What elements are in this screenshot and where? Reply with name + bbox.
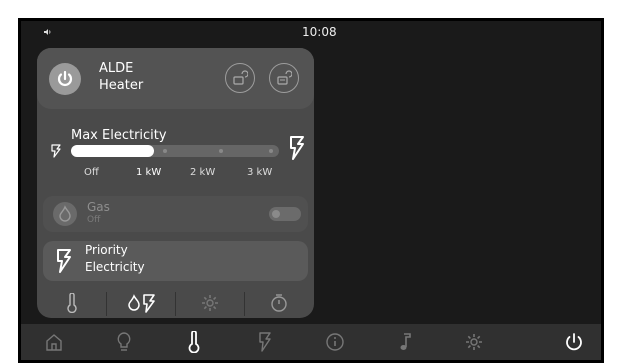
- clock: 10:08: [302, 25, 337, 39]
- screen: 10:08 ALDE Heater Max Electricity Off 1 …: [21, 21, 601, 360]
- nav-info[interactable]: [318, 327, 352, 357]
- electricity-max-icon: [290, 136, 304, 160]
- nav-home[interactable]: [37, 327, 71, 357]
- priority-label: Priority Electricity: [85, 242, 145, 276]
- power-icon: [57, 70, 73, 86]
- heater-title: ALDE Heater: [99, 60, 143, 94]
- heater-panel: ALDE Heater Max Electricity Off 1 kW 2 k…: [37, 48, 314, 318]
- gas-toggle[interactable]: [269, 207, 301, 221]
- info-icon: [326, 333, 344, 351]
- thermometer-icon: [66, 293, 77, 313]
- nav-temperature[interactable]: [177, 327, 211, 357]
- option-3kw[interactable]: 3 kW: [247, 167, 272, 178]
- brand-label: ALDE: [99, 61, 134, 76]
- settings-icon: [201, 295, 218, 311]
- slider-stop: [163, 149, 167, 153]
- option-2kw[interactable]: 2 kW: [190, 167, 215, 178]
- gas-state: Off: [87, 215, 101, 225]
- electricity-icon: [259, 332, 271, 352]
- option-off[interactable]: Off: [84, 167, 99, 178]
- tab-settings[interactable]: [175, 288, 244, 318]
- flame-icon: [53, 202, 77, 226]
- electricity-slider[interactable]: [71, 145, 279, 157]
- option-1kw[interactable]: 1 kW: [136, 167, 161, 178]
- gas-refresh-icon: [233, 70, 248, 85]
- tab-timer[interactable]: [244, 288, 313, 318]
- priority-line2: Electricity: [85, 260, 145, 274]
- gas-refresh-button[interactable]: [225, 63, 255, 93]
- nav-light[interactable]: [107, 327, 141, 357]
- light-icon: [117, 332, 131, 351]
- nav-electricity[interactable]: [248, 327, 282, 357]
- max-electricity-title: Max Electricity: [71, 128, 167, 143]
- home-icon: [46, 334, 62, 351]
- priority-row[interactable]: Priority Electricity: [43, 241, 308, 281]
- electricity-min-icon: [51, 144, 61, 158]
- nav-settings[interactable]: [457, 327, 491, 357]
- heater-tabs: [37, 288, 314, 318]
- priority-electricity-icon: [57, 249, 71, 273]
- slider-stop: [219, 149, 223, 153]
- gas-row[interactable]: Gas Off: [43, 196, 308, 232]
- status-bar: 10:08: [21, 21, 601, 43]
- power-icon: [566, 333, 582, 351]
- gas-electricity-icon: [127, 294, 155, 313]
- settings-icon: [466, 334, 482, 350]
- gas-label: Gas: [87, 200, 110, 214]
- music-icon: [400, 333, 411, 350]
- nav-music[interactable]: [388, 327, 422, 357]
- electric-refresh-button[interactable]: [269, 63, 299, 93]
- electric-refresh-icon: [277, 70, 292, 85]
- priority-line1: Priority: [85, 243, 128, 257]
- heater-power-button[interactable]: [49, 63, 81, 95]
- tab-energy[interactable]: [106, 288, 175, 318]
- heater-title-row: ALDE Heater: [37, 48, 314, 109]
- thermometer-icon: [188, 331, 200, 353]
- nav-power[interactable]: [557, 327, 591, 357]
- heater-label: Heater: [99, 78, 144, 93]
- timer-icon: [270, 294, 287, 312]
- slider-stop: [269, 149, 273, 153]
- tab-temperature[interactable]: [37, 288, 106, 318]
- electricity-slider-fill: [71, 145, 155, 157]
- bottom-navbar: [21, 324, 601, 360]
- volume-icon: [44, 29, 51, 35]
- device-frame: 10:08 ALDE Heater Max Electricity Off 1 …: [18, 18, 604, 363]
